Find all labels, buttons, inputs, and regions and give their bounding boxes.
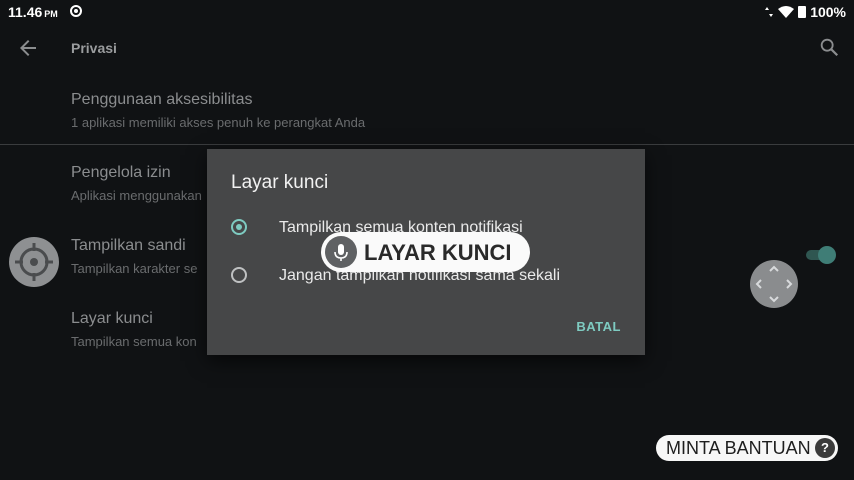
setting-title: Layar kunci	[71, 310, 153, 327]
dpad-arrows-icon	[755, 265, 793, 303]
status-right: 100%	[764, 4, 846, 20]
question-icon: ?	[815, 438, 835, 458]
battery-percent: 100%	[810, 4, 846, 20]
arrow-back-icon[interactable]	[16, 36, 40, 60]
status-ampm: PM	[44, 9, 58, 19]
radio-unchecked-icon[interactable]	[231, 267, 247, 283]
notification-dot-icon	[70, 5, 82, 17]
crosshair-icon	[15, 243, 53, 281]
dpad-button[interactable]	[750, 260, 798, 308]
target-crosshair-button[interactable]	[9, 237, 59, 287]
setting-lock-screen[interactable]: Layar kunci Tampilkan semua kon	[71, 310, 197, 349]
battery-icon	[798, 6, 807, 18]
setting-accessibility-usage[interactable]: Penggunaan aksesibilitas 1 aplikasi memi…	[71, 91, 365, 130]
voice-command-text: LAYAR KUNCI	[364, 240, 512, 265]
help-label: MINTA BANTUAN	[666, 438, 811, 458]
show-passwords-toggle[interactable]	[806, 246, 836, 264]
dialog-title: Layar kunci	[231, 172, 329, 193]
data-arrows-icon	[765, 7, 774, 17]
setting-subtitle: 1 aplikasi memiliki akses penuh ke peran…	[71, 115, 366, 130]
help-button[interactable]: MINTA BANTUAN ?	[656, 435, 838, 461]
toolbar: Privasi	[0, 24, 854, 72]
setting-subtitle: Aplikasi menggunakan	[71, 188, 202, 203]
divider	[0, 144, 854, 145]
setting-permission-manager[interactable]: Pengelola izin Aplikasi menggunakan	[71, 164, 202, 203]
option-show-all-notifications[interactable]: Tampilkan semua konten notifikasi	[231, 219, 523, 236]
setting-subtitle: Tampilkan karakter se	[71, 261, 198, 276]
wifi-icon	[778, 6, 795, 18]
option-hide-notifications[interactable]: Jangan tampilkan notifikasi sama sekali	[231, 267, 560, 284]
setting-show-passwords[interactable]: Tampilkan sandi Tampilkan karakter se	[71, 237, 197, 276]
radio-checked-icon[interactable]	[231, 219, 247, 235]
status-time-value: 11.46	[8, 4, 43, 20]
microphone-icon	[325, 236, 357, 268]
setting-subtitle: Tampilkan semua kon	[71, 334, 197, 349]
setting-title: Pengelola izin	[71, 164, 171, 181]
status-time: 11.46 PM	[8, 4, 58, 20]
page-title: Privasi	[71, 40, 117, 56]
voice-command-pill: LAYAR KUNCI	[321, 232, 530, 272]
setting-title: Tampilkan sandi	[71, 237, 186, 254]
status-bar: 11.46 PM 100%	[0, 0, 854, 24]
cancel-button[interactable]: BATAL	[576, 319, 621, 334]
toggle-thumb	[818, 246, 836, 264]
search-icon[interactable]	[818, 36, 840, 58]
setting-title: Penggunaan aksesibilitas	[71, 91, 253, 108]
